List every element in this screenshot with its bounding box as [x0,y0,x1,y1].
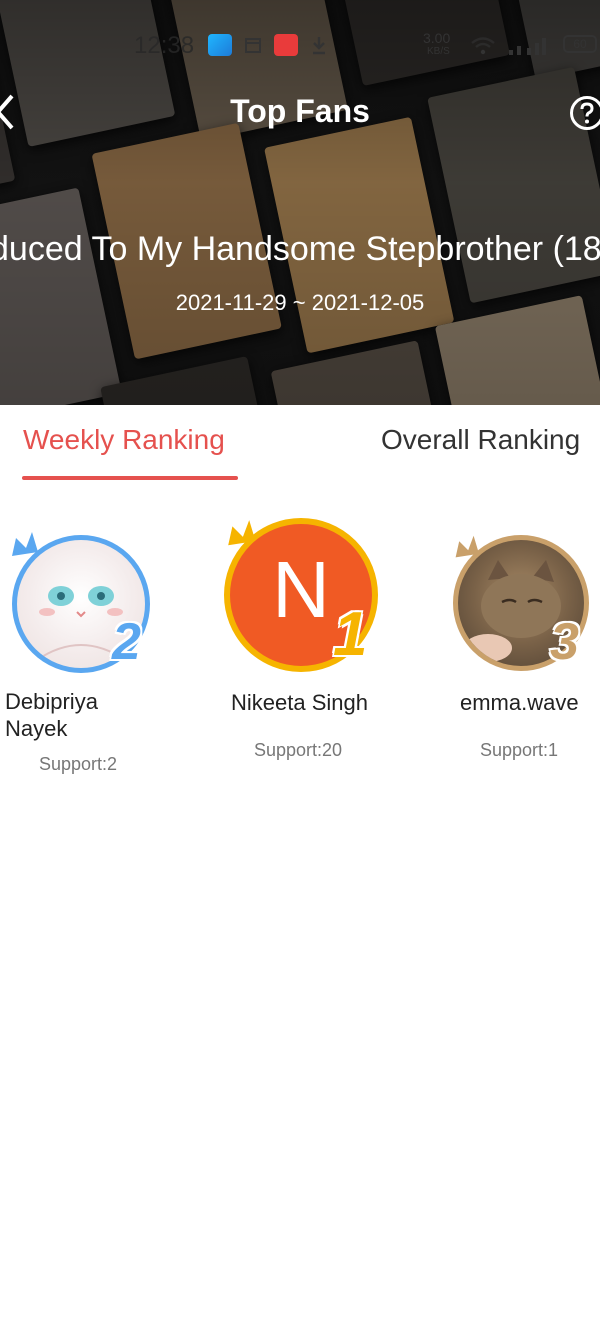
signal-icon [509,38,546,55]
rank-badge: 3 [550,613,579,671]
active-tab-indicator [22,476,238,480]
question-circle-icon[interactable] [569,95,600,131]
wifi-icon [471,37,495,55]
fan-support: Support:2 [39,754,118,774]
status-bar: 12:38 3.00 KB/S 60 [0,28,600,64]
battery-icon: 60 [563,35,597,53]
fan-support: Support:20 [254,740,343,760]
rank-badge: 1 [333,600,368,669]
fan-name: Debipriya Nayek [5,689,98,741]
fan-card-rank-3[interactable]: 3 emma.wave Support:1 [440,520,600,780]
fan-card-rank-2[interactable]: 2 Debipriya Nayek Support:2 [0,520,200,790]
tab-overall-ranking[interactable]: Overall Ranking [381,424,580,464]
mangatoon-app-icon [274,34,298,56]
app-icon [208,34,232,56]
tab-weekly-ranking[interactable]: Weekly Ranking [23,424,225,464]
book-title: duced To My Handsome Stepbrother (18 [0,230,600,268]
page-title: Top Fans [230,93,370,129]
fan-name: emma.wave [460,690,579,715]
fan-name: Nikeeta Singh [231,690,368,715]
battery-level: 60 [573,37,587,51]
date-range: 2021-11-29 ~ 2021-12-05 [175,290,425,315]
download-icon [313,37,325,55]
rank-badge: 2 [112,613,141,671]
header-banner: 12:38 3.00 KB/S 60 Top Fans duced To My … [0,0,600,405]
fan-card-rank-1[interactable]: N 1 Nikeeta Singh Support:20 [200,515,400,775]
net-speed-unit: KB/S [427,46,450,57]
fan-support: Support:1 [480,740,559,760]
calendar-icon [245,38,261,53]
net-speed: 3.00 [423,30,451,46]
status-time: 12:38 [134,32,195,59]
